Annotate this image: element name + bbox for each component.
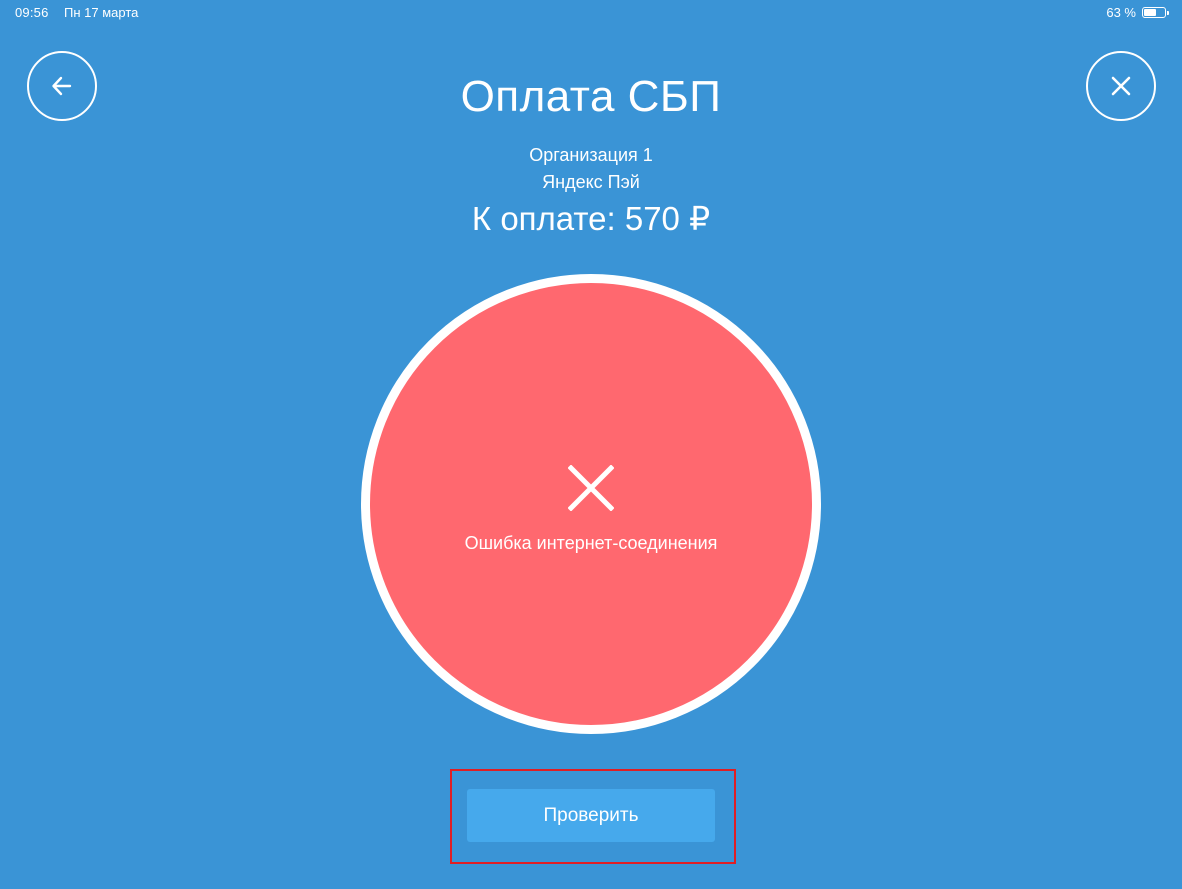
error-x-icon (568, 465, 614, 511)
page-title: Оплата СБП (460, 72, 722, 121)
payment-amount: К оплате: 570 ₽ (471, 200, 711, 237)
status-time: 09:56 (15, 5, 49, 20)
status-battery: 63 % (1106, 5, 1169, 20)
organization-name: Организация 1 (529, 145, 653, 165)
status-date: Пн 17 марта (64, 5, 139, 20)
check-button[interactable]: Проверить (467, 789, 715, 842)
battery-icon (1142, 7, 1169, 18)
payment-provider: Яндекс Пэй (542, 172, 640, 192)
battery-percent: 63 % (1106, 5, 1136, 20)
error-message: Ошибка интернет-соединения (464, 533, 718, 553)
payment-status-circle: Ошибка интернет-соединения (361, 274, 821, 734)
sbp-payment-screen: 09:56 Пн 17 марта 63 % Оплата СБП Органи… (0, 0, 1182, 889)
